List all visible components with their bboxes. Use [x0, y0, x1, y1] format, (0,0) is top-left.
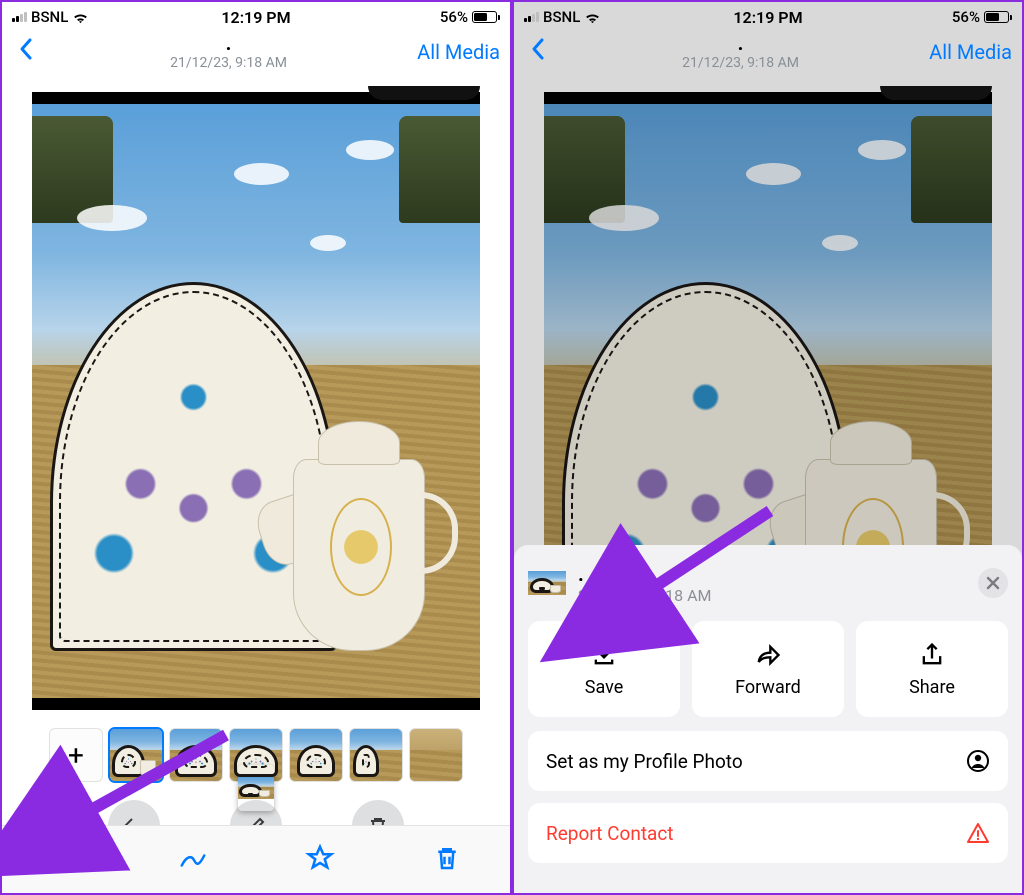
photo-viewport[interactable]: + — [2, 92, 510, 852]
signal-icon — [12, 12, 27, 22]
battery-pct: 56% — [952, 8, 980, 26]
status-right: 56% — [952, 8, 1012, 26]
all-media-button[interactable]: All Media — [929, 40, 1012, 64]
media-timestamp: 21/12/23, 9:18 AM — [40, 55, 417, 71]
nav-bar: . 21/12/23, 9:18 AM All Media — [514, 30, 1022, 78]
chat-title: . — [40, 32, 417, 55]
save-label: Save — [585, 677, 624, 698]
wifi-icon — [584, 11, 601, 24]
bottom-toolbar — [2, 825, 510, 893]
sheet-title: . — [578, 562, 712, 586]
report-label: Report Contact — [546, 822, 674, 845]
set-profile-photo[interactable]: Set as my Profile Photo — [528, 731, 1008, 791]
forward-label: Forward — [735, 677, 801, 698]
action-sheet: . 21/12/23, 9:18 AM Save Forward Share S… — [514, 545, 1022, 893]
carrier-label: BSNL — [543, 8, 580, 26]
notch-overlay — [880, 86, 992, 100]
signal-icon — [524, 12, 539, 22]
favorite-button[interactable] — [305, 843, 335, 877]
add-media-button[interactable]: + — [49, 728, 103, 782]
photo — [32, 92, 480, 710]
trash-button[interactable] — [432, 843, 462, 877]
status-bar: BSNL 12:19 PM 56% — [2, 2, 510, 30]
drag-preview — [238, 765, 274, 811]
forward-action[interactable]: Forward — [692, 621, 844, 717]
wifi-icon — [72, 11, 89, 24]
status-right: 56% — [440, 8, 500, 26]
markup-button[interactable] — [178, 843, 208, 877]
status-left: BSNL — [12, 8, 89, 26]
save-action[interactable]: Save — [528, 621, 680, 717]
thumbnail[interactable] — [109, 728, 163, 782]
media-timestamp: 21/12/23, 9:18 AM — [552, 55, 929, 71]
status-left: BSNL — [524, 8, 601, 26]
back-button[interactable] — [524, 37, 552, 68]
status-bar: BSNL 12:19 PM 56% — [514, 2, 1022, 30]
battery-pct: 56% — [440, 8, 468, 26]
profile-icon — [966, 749, 990, 773]
back-button[interactable] — [12, 37, 40, 68]
share-action[interactable]: Share — [856, 621, 1008, 717]
share-icon — [918, 641, 946, 669]
primary-actions: Save Forward Share — [528, 621, 1008, 717]
notch-overlay — [368, 86, 480, 100]
nav-title: . 21/12/23, 9:18 AM — [552, 32, 929, 71]
thumbnail[interactable] — [289, 728, 343, 782]
battery-icon — [984, 11, 1012, 23]
report-contact[interactable]: Report Contact — [528, 803, 1008, 863]
thumbnail[interactable] — [349, 728, 403, 782]
sheet-meta: . 21/12/23, 9:18 AM — [578, 562, 712, 605]
close-button[interactable] — [978, 568, 1008, 598]
download-icon — [590, 641, 618, 669]
share-label: Share — [909, 677, 955, 698]
chat-title: . — [552, 32, 929, 55]
screenshot-left: BSNL 12:19 PM 56% . 21/12/23, 9:18 AM Al… — [0, 0, 512, 895]
battery-icon — [472, 11, 500, 23]
warning-icon — [966, 821, 990, 845]
screenshot-right: BSNL 12:19 PM 56% . 21/12/23, 9:18 AM Al… — [512, 0, 1024, 895]
sheet-timestamp: 21/12/23, 9:18 AM — [578, 586, 712, 605]
all-media-button[interactable]: All Media — [417, 40, 500, 64]
set-profile-label: Set as my Profile Photo — [546, 750, 743, 773]
nav-bar: . 21/12/23, 9:18 AM All Media — [2, 30, 510, 78]
sheet-header: . 21/12/23, 9:18 AM — [528, 559, 1008, 607]
share-button[interactable] — [51, 843, 81, 877]
nav-title: . 21/12/23, 9:18 AM — [40, 32, 417, 71]
sheet-thumbnail — [528, 559, 566, 607]
carrier-label: BSNL — [31, 8, 68, 26]
thumbnail[interactable] — [169, 728, 223, 782]
thumbnail[interactable] — [409, 728, 463, 782]
forward-icon — [754, 641, 782, 669]
